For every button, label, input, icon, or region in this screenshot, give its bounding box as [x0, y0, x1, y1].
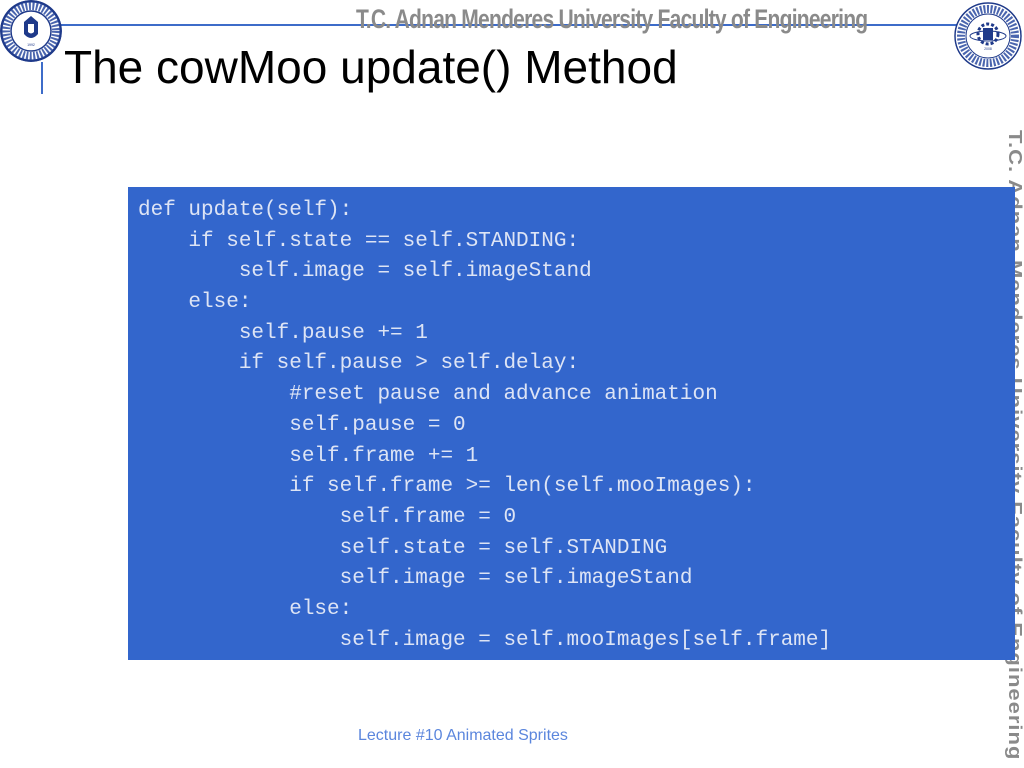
code-line: self.pause += 1	[138, 321, 428, 345]
code-block: def update(self): if self.state == self.…	[128, 187, 1015, 660]
footer-lecture-title: Lecture #10 Animated Sprites	[358, 727, 568, 744]
code-line: self.state = self.STANDING	[138, 536, 668, 560]
university-seal-icon: 1992	[0, 0, 62, 62]
code-line: self.image = self.mooImages[self.frame]	[138, 628, 832, 652]
code-line: self.frame += 1	[138, 444, 479, 468]
engineering-faculty-seal-icon: 2008	[954, 2, 1022, 70]
svg-text:1992: 1992	[27, 43, 35, 47]
title-accent-rule	[41, 62, 43, 94]
svg-text:2008: 2008	[984, 47, 992, 51]
code-line: def update(self):	[138, 199, 353, 222]
code-line: else:	[138, 291, 252, 315]
code-line: #reset pause and advance animation	[138, 383, 718, 407]
slide-title: The cowMoo update() Method	[64, 41, 678, 93]
code-line: self.pause = 0	[138, 413, 466, 437]
code-line: self.image = self.imageStand	[138, 260, 592, 284]
code-line: if self.frame >= len(self.mooImages):	[138, 475, 756, 499]
code-line: self.image = self.imageStand	[138, 567, 693, 591]
code-line: if self.state == self.STANDING:	[138, 229, 580, 253]
code-line: else:	[138, 597, 353, 621]
header-banner: T.C. Adnan Menderes University Faculty o…	[356, 4, 868, 34]
code-line: self.frame = 0	[138, 505, 517, 529]
code-line: if self.pause > self.delay:	[138, 352, 580, 376]
